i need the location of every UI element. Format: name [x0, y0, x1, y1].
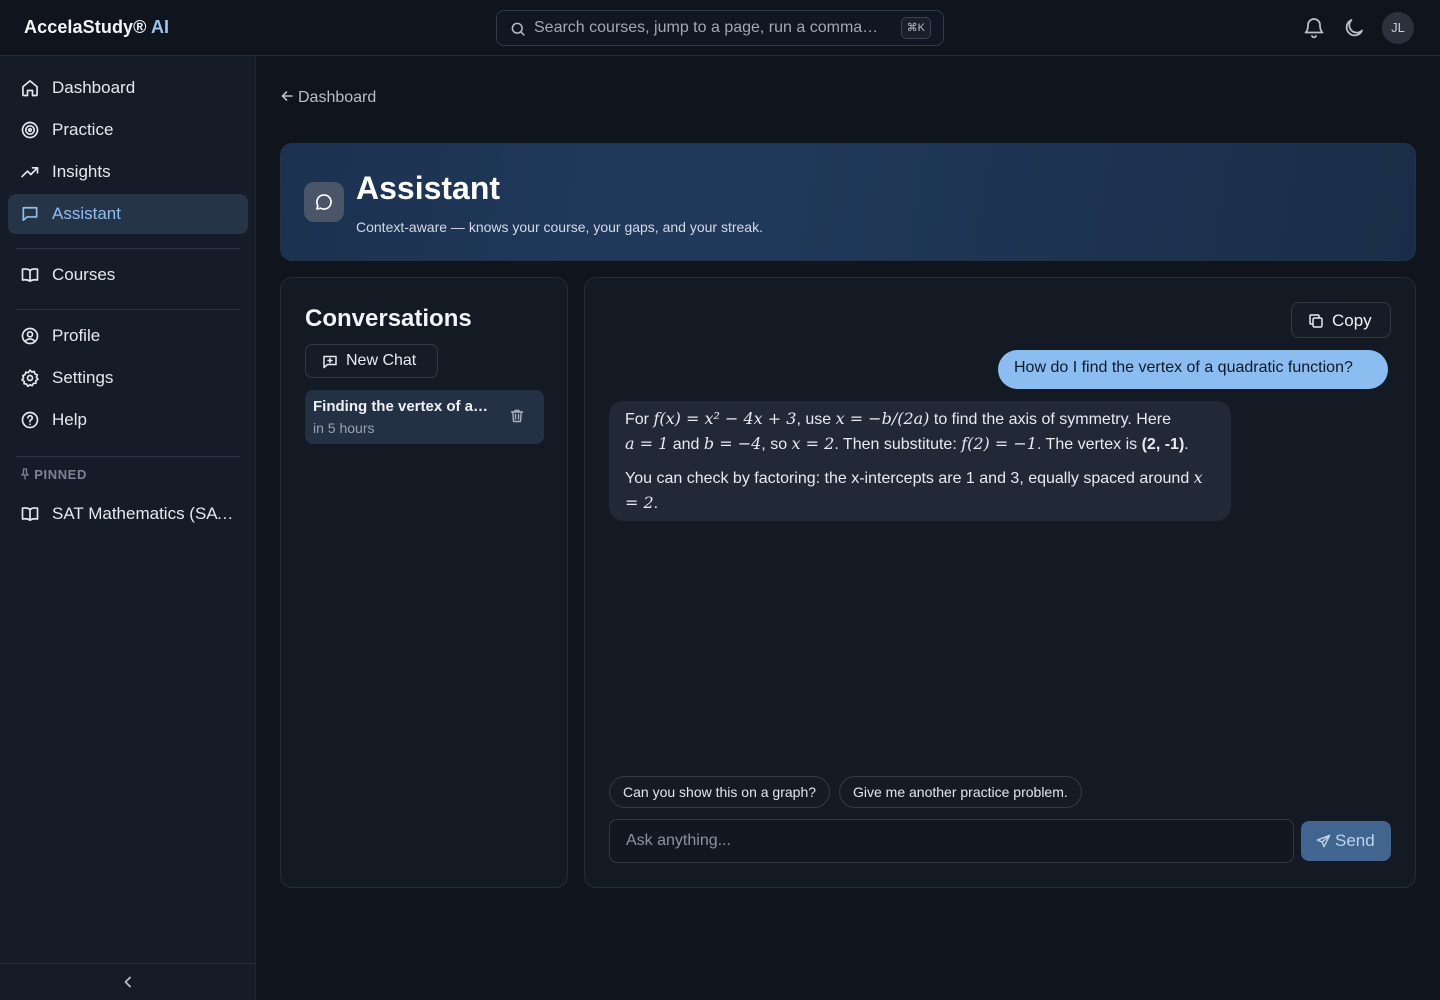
search-shortcut-badge: ⌘K [900, 17, 931, 39]
sidebar-item-settings[interactable]: Settings [8, 358, 248, 398]
pin-icon [20, 468, 30, 480]
help-icon [21, 411, 39, 429]
book-icon [21, 268, 39, 283]
sidebar-item-label: Insights [52, 162, 111, 181]
sidebar-collapse-button[interactable] [0, 963, 256, 1000]
math-expression: b = −4 [703, 434, 762, 453]
assistant-text: , use [796, 411, 836, 428]
sidebar-item-help[interactable]: Help [8, 400, 248, 440]
sidebar-pinned-course[interactable]: SAT Mathematics (SAT… [8, 494, 248, 534]
math-expression: a = 1 [625, 434, 669, 453]
sidebar-item-label: Dashboard [52, 78, 136, 97]
bell-icon[interactable] [1302, 16, 1326, 40]
breadcrumb-back-link[interactable]: Dashboard [280, 89, 376, 107]
math-expression: x = 2 [791, 434, 835, 453]
sidebar-item-label: Practice [52, 120, 114, 139]
sidebar-item-practice[interactable]: Practice [8, 110, 248, 150]
message-icon [22, 206, 38, 222]
sidebar-item-insights[interactable]: Insights [8, 152, 248, 192]
sidebar-item-label: Courses [52, 265, 116, 284]
math-expression: f(x) = x² − 4x + 3 [653, 409, 797, 428]
target-icon [21, 121, 39, 139]
send-icon [1316, 834, 1331, 848]
conversations-title: Conversations [305, 305, 472, 332]
gear-icon [21, 369, 39, 388]
user-avatar[interactable]: JL [1382, 12, 1414, 44]
assistant-badge [304, 182, 344, 222]
trending-up-icon [21, 167, 39, 178]
page-title: Assistant [356, 170, 501, 206]
conversations-panel: Conversations New Chat Finding the verte… [280, 277, 568, 888]
search-icon [511, 22, 525, 36]
sidebar-divider [16, 456, 240, 457]
breadcrumb-label: Dashboard [298, 89, 377, 106]
brand-name: AccelaStudy® [24, 17, 147, 37]
assistant-text: , so [761, 436, 792, 453]
assistant-text: to find the axis of symmetry. Here [929, 411, 1171, 428]
arrow-left-icon [281, 91, 293, 101]
assistant-text: . The vertex is [1036, 436, 1142, 453]
suggestion-chip-practice[interactable]: Give me another practice problem. [839, 776, 1082, 808]
assistant-text: and [668, 436, 704, 453]
assistant-text: For [625, 411, 654, 428]
sidebar-item-courses[interactable]: Courses [8, 255, 248, 295]
assistant-text: You can check by factoring: the x-interc… [625, 470, 1194, 487]
conversation-item[interactable]: Finding the vertex of a… in 5 hours [305, 390, 544, 444]
command-search[interactable]: Search courses, jump to a page, run a co… [496, 10, 944, 46]
assistant-paragraph: For f(x) = x² − 4x + 3, use x = −b/(2a) … [625, 407, 1215, 457]
sidebar-item-label: Help [52, 410, 87, 429]
chat-bubble-icon [316, 194, 332, 210]
math-expression: x = −b/(2a) [835, 409, 930, 428]
top-bar: AccelaStudy® AI Search courses, jump to … [0, 0, 1440, 56]
message-plus-icon [323, 355, 337, 369]
book-icon [21, 507, 39, 522]
sidebar-item-assistant[interactable]: Assistant [8, 194, 248, 234]
user-circle-icon [21, 327, 39, 345]
brand-logo[interactable]: AccelaStudy® AI [24, 17, 169, 38]
message-input-placeholder: Ask anything... [626, 832, 731, 849]
conversation-time: in 5 hours [313, 420, 375, 436]
copy-icon [1309, 314, 1323, 328]
chat-panel: Copy How do I find the vertex of a quadr… [584, 277, 1416, 888]
sidebar-item-label: Profile [52, 326, 101, 345]
chevron-left-icon [124, 976, 131, 988]
message-input[interactable]: Ask anything... [609, 819, 1294, 863]
assistant-text: . [653, 495, 659, 512]
sidebar-item-label: Assistant [52, 204, 121, 223]
user-message: How do I find the vertex of a quadratic … [998, 350, 1388, 389]
sidebar-item-profile[interactable]: Profile [8, 316, 248, 356]
sidebar-item-label: SAT Mathematics (SAT… [52, 504, 237, 523]
sidebar-divider [16, 309, 240, 310]
new-chat-button[interactable]: New Chat [305, 344, 438, 378]
trash-icon[interactable] [509, 408, 525, 424]
copy-button[interactable]: Copy [1291, 302, 1391, 338]
brand-suffix: AI [150, 17, 170, 37]
send-label: Send [1335, 831, 1375, 850]
send-button[interactable]: Send [1301, 821, 1391, 861]
search-placeholder: Search courses, jump to a page, run a co… [534, 19, 879, 36]
assistant-text: . [1184, 436, 1189, 453]
assistant-text: . Then substitute: [834, 436, 962, 453]
assistant-paragraph: You can check by factoring: the x-interc… [625, 466, 1215, 516]
assistant-header: Assistant Context-aware — knows your cou… [280, 143, 1416, 261]
sidebar: Dashboard Practice Insights Assistant Co… [0, 56, 256, 1000]
vertex-answer: (2, -1) [1141, 436, 1185, 453]
sidebar-item-label: Settings [52, 368, 114, 387]
sidebar-divider [16, 248, 240, 249]
suggestion-chip-graph[interactable]: Can you show this on a graph? [609, 776, 831, 808]
pinned-heading-label: PINNED [34, 467, 87, 482]
sidebar-item-dashboard[interactable]: Dashboard [8, 68, 248, 108]
copy-label: Copy [1332, 311, 1372, 330]
pinned-heading: PINNED [20, 467, 87, 482]
page-subtitle: Context-aware — knows your course, your … [356, 219, 763, 235]
home-icon [22, 80, 38, 97]
new-chat-label: New Chat [346, 352, 417, 369]
math-expression: f(2) = −1 [961, 434, 1037, 453]
conversation-title: Finding the vertex of a… [313, 398, 489, 415]
assistant-message: For f(x) = x² − 4x + 3, use x = −b/(2a) … [609, 401, 1231, 521]
moon-icon[interactable] [1342, 16, 1366, 40]
